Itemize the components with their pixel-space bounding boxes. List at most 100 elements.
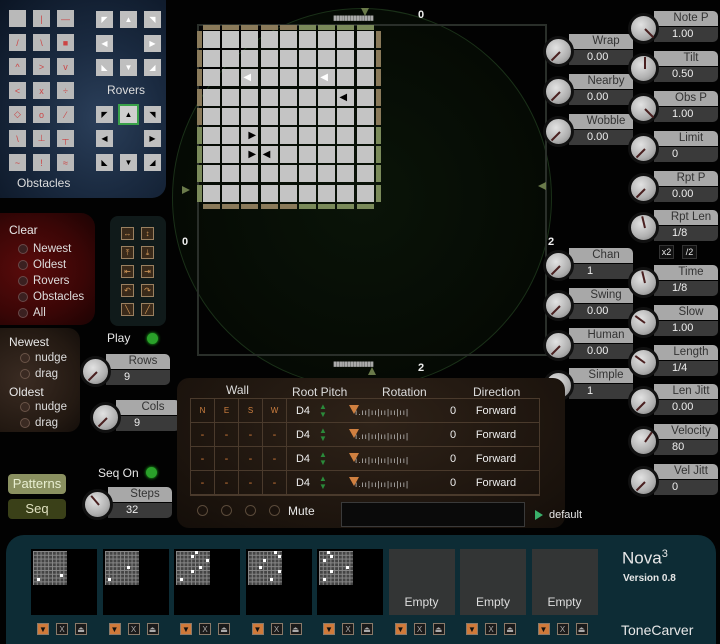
rpt-len-half-button[interactable]: /2 <box>682 245 697 259</box>
rover-button[interactable]: ◥ <box>144 106 161 123</box>
mirror-antidiagonal-button[interactable]: ╱ <box>141 303 154 316</box>
wall-bottom[interactable] <box>318 203 336 209</box>
obstacle-button[interactable]: < <box>9 82 26 99</box>
grid-cell[interactable] <box>241 107 259 125</box>
rotation-slider[interactable]: ı.ıı|ıı|ıı|ıı|ıı| <box>355 408 409 417</box>
wall-left[interactable] <box>197 88 202 106</box>
limit-control[interactable]: Limit 0 <box>628 131 720 169</box>
knob[interactable] <box>628 386 659 417</box>
cols-knob[interactable] <box>90 402 121 433</box>
knob[interactable] <box>628 133 659 164</box>
bottom-ruler[interactable]: ▮▮▮▮▮▮▮▮▮▮▮▮▮▮ <box>333 360 374 368</box>
grid-cell[interactable] <box>279 31 297 48</box>
grid-cell[interactable] <box>299 69 316 87</box>
grid-cell[interactable] <box>299 31 316 48</box>
clear-option-newest[interactable]: Newest <box>18 241 84 257</box>
clear-option-all[interactable]: All <box>18 305 84 321</box>
rotation-slider[interactable]: ı.ıı|ıı|ıı|ıı|ıı| <box>355 456 409 465</box>
wall-bottom[interactable] <box>299 203 316 209</box>
knob-value[interactable]: 0 <box>654 147 718 162</box>
knob-value[interactable]: 0.50 <box>654 67 718 82</box>
knob[interactable] <box>543 116 574 147</box>
tilt-control[interactable]: Tilt 0.50 <box>628 51 720 89</box>
grid-cell[interactable] <box>337 31 355 48</box>
grid-cell[interactable] <box>318 127 336 144</box>
radio-button[interactable] <box>18 260 28 270</box>
knob-value[interactable]: 0.00 <box>569 90 633 105</box>
knob[interactable] <box>543 330 574 361</box>
rover-button[interactable]: ▼ <box>120 154 137 171</box>
radio-button[interactable] <box>18 244 28 254</box>
save-pattern-button[interactable]: ⏏ <box>289 623 302 635</box>
obs-p-control[interactable]: Obs P 1.00 <box>628 91 720 129</box>
knob[interactable] <box>628 53 659 84</box>
clear-pattern-button[interactable]: X <box>270 623 283 635</box>
wall-right[interactable] <box>375 127 381 144</box>
preset-name-field[interactable] <box>341 502 525 527</box>
rover-button[interactable]: ▲ <box>120 11 137 28</box>
grid-cell[interactable] <box>318 146 336 164</box>
grid-cell[interactable] <box>222 31 240 48</box>
slow-control[interactable]: Slow 1.00 <box>628 305 720 343</box>
grid-cell[interactable] <box>222 50 240 68</box>
preset-play-icon[interactable] <box>535 510 543 520</box>
pitch-stepper-icon[interactable]: ▲ ▼ <box>319 427 329 443</box>
direction-value[interactable]: Forward <box>471 447 521 471</box>
wall-bottom[interactable] <box>203 203 220 209</box>
shift-up-button[interactable]: ⤒ <box>121 246 134 259</box>
knob-value[interactable]: 0 <box>654 480 718 495</box>
knob-value[interactable]: 1/8 <box>654 281 718 296</box>
knob-value[interactable]: 1/8 <box>654 226 718 241</box>
grid-cell[interactable] <box>337 127 355 144</box>
play-led[interactable] <box>147 333 158 344</box>
mute-toggle[interactable] <box>221 505 232 516</box>
mute-toggle[interactable] <box>245 505 256 516</box>
knob-value[interactable]: 80 <box>654 440 718 455</box>
obstacle-button[interactable]: ⊥ <box>33 130 50 147</box>
rpt-len-double-button[interactable]: x2 <box>659 245 674 259</box>
grid-cell[interactable] <box>299 50 316 68</box>
grid-cell[interactable] <box>356 107 374 125</box>
obstacle-button[interactable]: ~ <box>9 154 26 171</box>
pattern-slot[interactable] <box>174 549 240 615</box>
grid-cell[interactable] <box>203 107 220 125</box>
shift-left-button[interactable]: ⇤ <box>121 265 134 278</box>
wall-toggle[interactable]: - <box>239 447 263 471</box>
knob-value[interactable]: 1/4 <box>654 361 718 376</box>
grid-cell[interactable] <box>222 184 240 202</box>
wall-bottom[interactable] <box>356 203 374 209</box>
grid-cell[interactable] <box>241 184 259 202</box>
wobble-control[interactable]: Wobble 0.00 <box>543 114 635 152</box>
grid-cell[interactable] <box>356 88 374 106</box>
mute-toggle[interactable] <box>269 505 280 516</box>
rover-right-icon[interactable]: ▶ <box>248 131 256 141</box>
grid-cell[interactable] <box>279 69 297 87</box>
newest-drag-option[interactable]: drag <box>20 366 67 382</box>
grid-cell[interactable] <box>318 107 336 125</box>
knob-value[interactable]: 0.00 <box>654 187 718 202</box>
obstacle-button[interactable]: ┬ <box>57 130 74 147</box>
nearby-control[interactable]: Nearby 0.00 <box>543 74 635 112</box>
vel-jitt-control[interactable]: Vel Jitt 0 <box>628 464 720 502</box>
grid-cell[interactable] <box>318 184 336 202</box>
wall-bottom[interactable] <box>279 203 297 209</box>
wall-toggle[interactable]: - <box>191 447 215 471</box>
wall-toggle[interactable]: - <box>215 471 239 495</box>
wall-left[interactable] <box>197 69 202 87</box>
wall-toggle[interactable]: - <box>239 423 263 447</box>
grid-cell[interactable] <box>241 88 259 106</box>
grid-cell[interactable] <box>222 146 240 164</box>
obstacle-button[interactable]: ⁄ <box>57 106 74 123</box>
save-pattern-button[interactable]: ⏏ <box>575 623 588 635</box>
wall-top[interactable] <box>337 25 355 30</box>
grid-cell[interactable] <box>299 146 316 164</box>
wall-toggle[interactable]: - <box>239 471 263 495</box>
oldest-nudge-option[interactable]: nudge <box>20 399 67 415</box>
grid-cell[interactable] <box>279 127 297 144</box>
len-jitt-control[interactable]: Len Jitt 0.00 <box>628 384 720 422</box>
obstacle-button[interactable]: x <box>33 82 50 99</box>
clear-pattern-button[interactable]: X <box>56 623 68 635</box>
grid-cell[interactable] <box>203 184 220 202</box>
cols-control[interactable]: Cols 9 <box>90 400 182 438</box>
right-ruler-handle[interactable] <box>538 182 546 190</box>
